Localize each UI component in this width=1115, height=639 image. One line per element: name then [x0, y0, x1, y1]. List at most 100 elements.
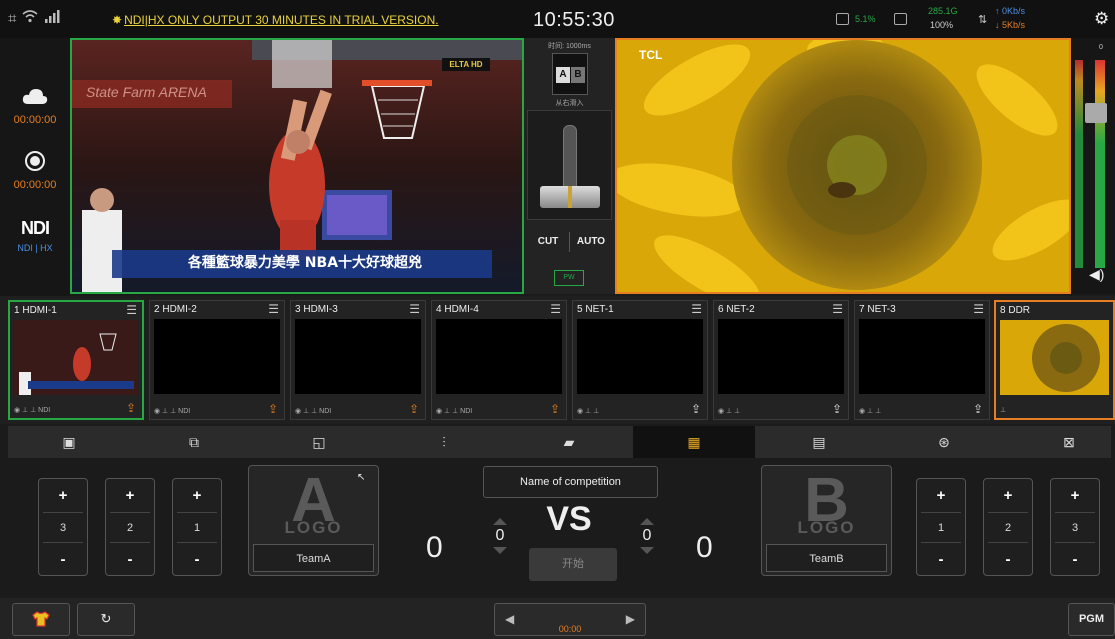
bottom-bar: ↻ ◀ ▶ 00:00 PGM	[0, 598, 1115, 639]
preview-monitor[interactable]: State Farm ARENA ELTA HD 各種籃球暴力美學 NBA十大好…	[70, 38, 524, 294]
source-label: 1 HDMI-1	[14, 305, 57, 316]
trial-notice[interactable]: ✸ NDI|HX ONLY OUTPUT 30 MINUTES IN TRIAL …	[112, 13, 439, 27]
replay-icon: ⊠	[1063, 434, 1075, 450]
menu-icon[interactable]: ☰	[409, 302, 420, 316]
source-tile[interactable]: 6 NET-2 ☰ ◉ ⊥ ⊥ ⇪	[713, 300, 849, 420]
folder-icon: ▰	[563, 434, 575, 450]
program-image	[617, 40, 1069, 292]
team-b-sub-score: 0	[638, 518, 656, 554]
upload-icon[interactable]: ⇪	[126, 401, 136, 415]
network-icon: ⌗	[8, 9, 17, 27]
settings-gear-icon[interactable]: ⚙	[1094, 9, 1109, 29]
pw-button[interactable]: PW	[554, 270, 584, 286]
competition-name-field[interactable]: Name of competition	[483, 466, 658, 498]
team-b-name-field[interactable]: TeamB	[766, 544, 887, 572]
cloud-stream-icon[interactable]	[0, 88, 70, 111]
minus-button[interactable]: -	[173, 543, 221, 576]
tab-notes[interactable]: ▤	[758, 426, 880, 458]
volume-fader[interactable]	[1085, 103, 1107, 123]
decrement-arrow[interactable]	[493, 547, 507, 554]
source-tile[interactable]: 4 HDMI-4 ☰ ◉ ⊥ ⊥ NDI ⇪	[431, 300, 567, 420]
plus-button[interactable]: +	[984, 479, 1032, 512]
tab-overlay[interactable]: ⧉	[133, 426, 255, 458]
minus-button[interactable]: -	[106, 543, 154, 576]
step-value: 2	[988, 512, 1028, 543]
source-thumbnail	[1000, 320, 1109, 395]
tab-audio[interactable]: ⫶	[383, 426, 505, 458]
source-tile[interactable]: 8 DDR ⊥	[994, 300, 1115, 420]
arena-banner: State Farm ARENA	[86, 84, 207, 100]
storage-icon	[894, 13, 907, 25]
stream-time: 00:00:00	[13, 114, 57, 126]
speaker-icon[interactable]: ◀)	[1089, 266, 1104, 283]
upload-icon[interactable]: ⇪	[973, 402, 983, 416]
start-button[interactable]: 开始	[529, 548, 617, 581]
source-tile[interactable]: 1 HDMI-1 ☰ ◉ ⊥ ⊥ NDI ⇪	[8, 300, 144, 420]
updown-icon: ⇅	[978, 14, 988, 26]
team-a-logo-box[interactable]: A LOGO ↖ TeamA	[248, 465, 379, 576]
team-b-stepper-2: + 2 -	[983, 478, 1033, 576]
plus-button[interactable]: +	[917, 479, 965, 512]
team-a-sub-score: 0	[491, 518, 509, 554]
upload-icon[interactable]: ⇪	[691, 402, 701, 416]
minus-button[interactable]: -	[1051, 543, 1099, 576]
jersey-button[interactable]	[12, 603, 70, 636]
source-thumbnail	[718, 319, 844, 394]
tab-scoreboard[interactable]: ▦	[633, 426, 755, 458]
upload-icon[interactable]: ⇪	[550, 402, 560, 416]
menu-icon[interactable]: ☰	[832, 302, 843, 316]
menu-icon[interactable]: ☰	[973, 302, 984, 316]
tab-image[interactable]: ▣	[8, 426, 130, 458]
minus-button[interactable]: -	[917, 543, 965, 576]
minus-button[interactable]: -	[39, 543, 87, 576]
increment-arrow[interactable]	[640, 518, 654, 525]
vu-bar-left	[1075, 60, 1083, 268]
clipboard-icon: ▤	[812, 434, 826, 450]
cut-button[interactable]: CUT	[527, 224, 569, 260]
menu-icon[interactable]: ☰	[691, 302, 702, 316]
menu-icon[interactable]: ☰	[126, 303, 137, 317]
upload-icon[interactable]: ⇪	[409, 402, 419, 416]
source-tile[interactable]: 2 HDMI-2 ☰ ◉ ⊥ ⊥ NDI ⇪	[149, 300, 285, 420]
tab-media[interactable]: ▰	[508, 426, 630, 458]
plus-button[interactable]: +	[106, 479, 154, 512]
source-tile[interactable]: 7 NET-3 ☰ ◉ ⊥ ⊥ ⇪	[854, 300, 990, 420]
auto-button[interactable]: AUTO	[570, 224, 612, 260]
source-tile[interactable]: 3 HDMI-3 ☰ ◉ ⊥ ⊥ NDI ⇪	[290, 300, 426, 420]
plus-button[interactable]: +	[1051, 479, 1099, 512]
source-strip: 1 HDMI-1 ☰ ◉ ⊥ ⊥ NDI ⇪ 2 HDMI-2 ☰ ◉ ⊥ ⊥ …	[0, 296, 1115, 424]
tab-layout[interactable]: ◱	[258, 426, 380, 458]
transition-effect-button[interactable]: A B	[552, 53, 588, 95]
reset-button[interactable]: ↻	[77, 603, 135, 636]
preview-subtitle: 各種籃球暴力美學 NBA十大好球超兇	[187, 255, 423, 271]
upload-icon[interactable]: ⇪	[268, 402, 278, 416]
decrement-arrow[interactable]	[640, 547, 654, 554]
team-b-sub-score-value: 0	[642, 527, 652, 544]
source-status-icons: ◉ ⊥ ⊥	[577, 408, 600, 415]
pgm-button[interactable]: PGM	[1068, 603, 1115, 636]
team-b-logo-box[interactable]: B LOGO TeamB	[761, 465, 892, 576]
t-bar-handle[interactable]	[540, 186, 600, 208]
team-a-name-field[interactable]: TeamA	[253, 544, 374, 572]
audio-mixer-icon: ⫶	[442, 434, 446, 450]
tab-replay[interactable]: ⊠	[1008, 426, 1115, 458]
menu-icon[interactable]: ☰	[550, 302, 561, 316]
step-value: 1	[921, 512, 961, 543]
plus-button[interactable]: +	[39, 479, 87, 512]
tab-ptz[interactable]: ⊛	[883, 426, 1005, 458]
menu-icon[interactable]: ☰	[268, 302, 279, 316]
source-thumbnail	[295, 319, 421, 394]
record-icon[interactable]	[0, 150, 70, 177]
source-tile[interactable]: 5 NET-1 ☰ ◉ ⊥ ⊥ ⇪	[572, 300, 708, 420]
image-icon: ▣	[62, 434, 76, 450]
minus-button[interactable]: -	[984, 543, 1032, 576]
storage-percent: 100%	[930, 20, 954, 30]
channel-logo: ELTA HD	[442, 58, 490, 71]
plus-button[interactable]: +	[173, 479, 221, 512]
increment-arrow[interactable]	[493, 518, 507, 525]
ndi-logo[interactable]: NDI	[0, 218, 70, 239]
clock: 10:55:30	[533, 9, 615, 31]
program-monitor[interactable]: TCL	[615, 38, 1071, 294]
program-brand-logo: TCL	[639, 48, 663, 62]
upload-icon[interactable]: ⇪	[832, 402, 842, 416]
